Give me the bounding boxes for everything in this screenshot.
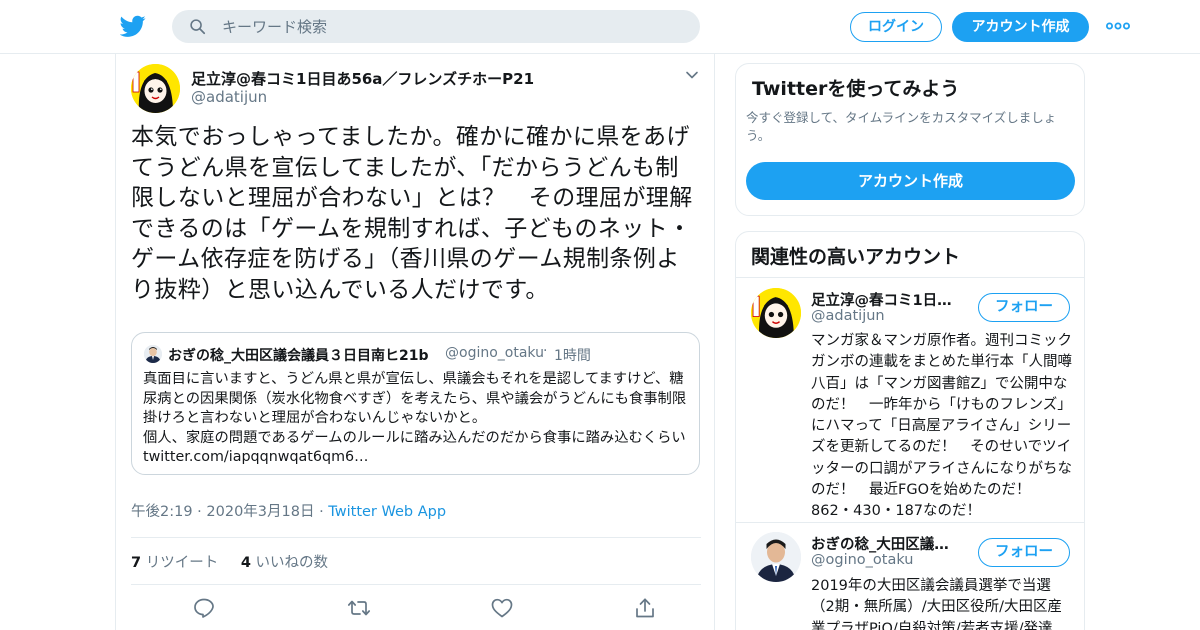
signup-card: Twitterを使ってみよう 今すぐ登録して、タイムラインをカスタマイズしましょ… xyxy=(735,63,1085,216)
signup-card-subtitle: 今すぐ登録して、タイムラインをカスタマイズしましょう。 xyxy=(746,110,1057,143)
share-icon[interactable] xyxy=(633,596,657,620)
quoted-time: 1時間 xyxy=(554,348,591,364)
top-navigation-bar: ログイン アカウント作成 xyxy=(0,0,1200,54)
account-avatar[interactable] xyxy=(751,532,801,582)
retweet-stat[interactable]: 7 リツイート xyxy=(131,555,218,571)
quoted-tweet[interactable]: おぎの稔_大田区議会議員３日目南ヒ21b @ogino_otaku · 1時間 … xyxy=(131,332,700,475)
search-input[interactable] xyxy=(222,10,682,43)
related-accounts-card: 関連性の高いアカウント 足立淳@春コミ1日… @adatijun フォロー マン… xyxy=(735,231,1085,630)
chevron-down-icon[interactable] xyxy=(684,67,700,83)
account-handle[interactable]: @adatijun xyxy=(811,308,885,324)
related-accounts-title: 関連性の高いアカウント xyxy=(751,246,961,268)
account-name[interactable]: 足立淳@春コミ1日… xyxy=(811,289,952,310)
divider xyxy=(131,537,701,538)
tweet-metadata: 午後2:19 · 2020年3月18日 · Twitter Web App xyxy=(131,500,446,521)
retweet-label: リツイート xyxy=(145,555,219,571)
quoted-separator: · xyxy=(543,343,548,359)
quoted-author-avatar xyxy=(144,345,162,363)
quoted-author-name: おぎの稔_大田区議会議員３日目南ヒ21b xyxy=(168,348,429,364)
quoted-author-handle: @ogino_otaku xyxy=(445,345,544,361)
quoted-tweet-text: 真面目に言いますと、うどん県と県が宣伝し、県議会もそれを是認してますけど、糖尿病… xyxy=(143,371,687,465)
tweet-actions xyxy=(131,596,701,620)
account-name[interactable]: おぎの稔_大田区議… xyxy=(811,533,949,554)
divider xyxy=(131,584,701,585)
search-bar[interactable] xyxy=(172,10,700,43)
signup-card-title: Twitterを使ってみよう xyxy=(752,78,960,100)
reply-icon[interactable] xyxy=(192,596,216,620)
retweet-count: 7 xyxy=(131,555,142,571)
like-stat[interactable]: 4 いいねの数 xyxy=(241,555,328,571)
account-bio: マンガ家＆マンガ原作者。週刊コミックガンボの連載をまとめた単行本「人間噂八百」は… xyxy=(811,333,1072,520)
tweet-panel: 足立淳@春コミ1日目あ56a／フレンズチホーP21 @adatijun 本気でお… xyxy=(115,54,715,630)
account-bio: 2019年の大田区議会議員選挙で当選（2期・無所属）/大田区役所/大田区産業プラ… xyxy=(811,578,1062,630)
account-avatar[interactable] xyxy=(751,288,801,338)
tweet-text: 本気でおっしゃってましたか。確かに確かに県をあげてうどん県を宣伝してましたが、「… xyxy=(131,124,693,303)
like-label: いいねの数 xyxy=(255,555,329,571)
signup-card-button[interactable]: アカウント作成 xyxy=(746,162,1075,200)
follow-button[interactable]: フォロー xyxy=(978,538,1070,567)
tweet-timestamp[interactable]: 午後2:19 · 2020年3月18日 · xyxy=(131,504,328,520)
like-count: 4 xyxy=(240,555,251,571)
search-icon xyxy=(190,19,206,35)
follow-button[interactable]: フォロー xyxy=(978,293,1070,322)
account-handle[interactable]: @ogino_otaku xyxy=(811,552,914,568)
author-name[interactable]: 足立淳@春コミ1日目あ56a／フレンズチホーP21 xyxy=(191,68,534,89)
like-icon[interactable] xyxy=(490,596,514,620)
author-avatar[interactable] xyxy=(131,64,180,113)
tweet-source-app[interactable]: Twitter Web App xyxy=(328,504,446,520)
divider xyxy=(736,277,1084,278)
divider xyxy=(736,522,1084,523)
login-button[interactable]: ログイン xyxy=(850,12,942,42)
twitter-bird-icon[interactable] xyxy=(120,13,146,39)
tweet-stats: 7 リツイート 4 いいねの数 xyxy=(131,551,328,572)
signup-button[interactable]: アカウント作成 xyxy=(952,12,1089,42)
retweet-icon[interactable] xyxy=(347,596,371,620)
more-dots-icon[interactable] xyxy=(1106,18,1130,36)
author-handle[interactable]: @adatijun xyxy=(191,88,267,106)
